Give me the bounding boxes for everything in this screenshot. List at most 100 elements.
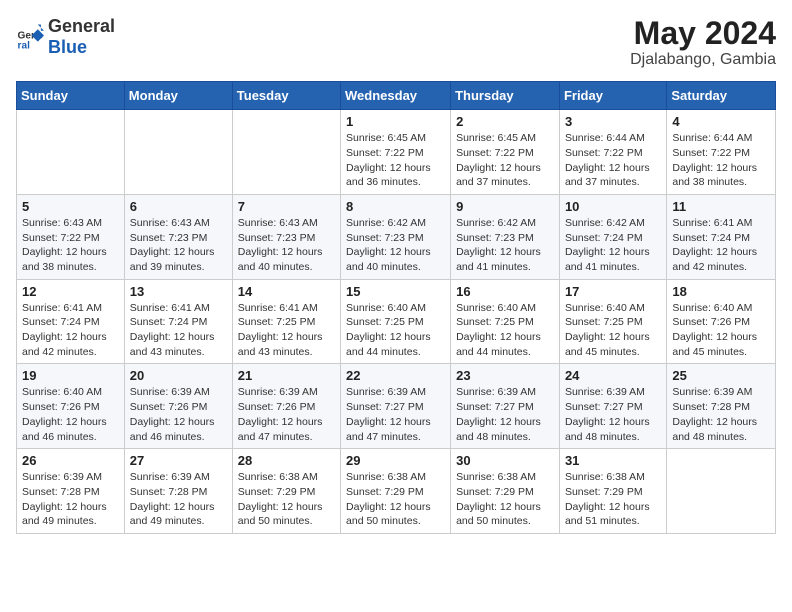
day-info: Sunrise: 6:38 AMSunset: 7:29 PMDaylight:…: [238, 470, 335, 529]
day-info: Sunrise: 6:43 AMSunset: 7:22 PMDaylight:…: [22, 216, 119, 275]
weekday-header-tuesday: Tuesday: [232, 82, 340, 110]
week-row-5: 26 Sunrise: 6:39 AMSunset: 7:28 PMDayligh…: [17, 449, 776, 534]
day-number: 6: [130, 199, 227, 214]
day-number: 5: [22, 199, 119, 214]
day-number: 12: [22, 284, 119, 299]
day-info: Sunrise: 6:43 AMSunset: 7:23 PMDaylight:…: [130, 216, 227, 275]
day-number: 21: [238, 368, 335, 383]
day-cell: [232, 110, 340, 195]
day-info: Sunrise: 6:45 AMSunset: 7:22 PMDaylight:…: [346, 131, 445, 190]
logo-blue: Blue: [48, 37, 87, 57]
logo-icon: Gene ral: [16, 23, 44, 51]
day-cell: 23 Sunrise: 6:39 AMSunset: 7:27 PMDayligh…: [451, 364, 560, 449]
day-cell: 4 Sunrise: 6:44 AMSunset: 7:22 PMDaylight…: [667, 110, 776, 195]
day-number: 17: [565, 284, 661, 299]
day-number: 3: [565, 114, 661, 129]
day-number: 20: [130, 368, 227, 383]
day-cell: 14 Sunrise: 6:41 AMSunset: 7:25 PMDayligh…: [232, 279, 340, 364]
logo: Gene ral General Blue: [16, 16, 115, 58]
weekday-header-sunday: Sunday: [17, 82, 125, 110]
day-cell: 26 Sunrise: 6:39 AMSunset: 7:28 PMDayligh…: [17, 449, 125, 534]
day-cell: 11Sunrise: 6:41 AMSunset: 7:24 PMDayligh…: [667, 194, 776, 279]
day-cell: 15Sunrise: 6:40 AMSunset: 7:25 PMDayligh…: [341, 279, 451, 364]
day-info: Sunrise: 6:38 AMSunset: 7:29 PMDaylight:…: [565, 470, 661, 529]
weekday-header-wednesday: Wednesday: [341, 82, 451, 110]
day-number: 18: [672, 284, 770, 299]
day-info: Sunrise: 6:40 AMSunset: 7:25 PMDaylight:…: [456, 301, 554, 360]
day-info: Sunrise: 6:39 AMSunset: 7:28 PMDaylight:…: [22, 470, 119, 529]
day-cell: 5 Sunrise: 6:43 AMSunset: 7:22 PMDaylight…: [17, 194, 125, 279]
day-info: Sunrise: 6:40 AMSunset: 7:26 PMDaylight:…: [22, 385, 119, 444]
day-info: Sunrise: 6:42 AMSunset: 7:23 PMDaylight:…: [346, 216, 445, 275]
day-cell: 29 Sunrise: 6:38 AMSunset: 7:29 PMDayligh…: [341, 449, 451, 534]
day-info: Sunrise: 6:39 AMSunset: 7:28 PMDaylight:…: [672, 385, 770, 444]
day-cell: 17 Sunrise: 6:40 AMSunset: 7:25 PMDayligh…: [559, 279, 666, 364]
day-info: Sunrise: 6:39 AMSunset: 7:27 PMDaylight:…: [565, 385, 661, 444]
week-row-2: 5 Sunrise: 6:43 AMSunset: 7:22 PMDaylight…: [17, 194, 776, 279]
day-cell: 8 Sunrise: 6:42 AMSunset: 7:23 PMDaylight…: [341, 194, 451, 279]
day-number: 8: [346, 199, 445, 214]
day-number: 7: [238, 199, 335, 214]
day-cell: 7 Sunrise: 6:43 AMSunset: 7:23 PMDaylight…: [232, 194, 340, 279]
day-number: 23: [456, 368, 554, 383]
day-number: 25: [672, 368, 770, 383]
week-row-4: 19 Sunrise: 6:40 AMSunset: 7:26 PMDayligh…: [17, 364, 776, 449]
day-number: 16: [456, 284, 554, 299]
day-info: Sunrise: 6:44 AMSunset: 7:22 PMDaylight:…: [565, 131, 661, 190]
day-info: Sunrise: 6:40 AMSunset: 7:25 PMDaylight:…: [565, 301, 661, 360]
day-number: 26: [22, 453, 119, 468]
title-block: May 2024 Djalabango, Gambia: [630, 16, 776, 69]
day-number: 1: [346, 114, 445, 129]
day-cell: 30 Sunrise: 6:38 AMSunset: 7:29 PMDayligh…: [451, 449, 560, 534]
weekday-header-monday: Monday: [124, 82, 232, 110]
day-cell: 6 Sunrise: 6:43 AMSunset: 7:23 PMDaylight…: [124, 194, 232, 279]
day-number: 30: [456, 453, 554, 468]
day-number: 27: [130, 453, 227, 468]
day-number: 19: [22, 368, 119, 383]
month-year: May 2024: [630, 16, 776, 51]
day-cell: 1 Sunrise: 6:45 AMSunset: 7:22 PMDaylight…: [341, 110, 451, 195]
day-info: Sunrise: 6:44 AMSunset: 7:22 PMDaylight:…: [672, 131, 770, 190]
location: Djalabango, Gambia: [630, 51, 776, 69]
day-info: Sunrise: 6:40 AMSunset: 7:25 PMDaylight:…: [346, 301, 445, 360]
day-cell: [124, 110, 232, 195]
day-cell: 20 Sunrise: 6:39 AMSunset: 7:26 PMDayligh…: [124, 364, 232, 449]
day-cell: 31 Sunrise: 6:38 AMSunset: 7:29 PMDayligh…: [559, 449, 666, 534]
day-cell: [667, 449, 776, 534]
day-info: Sunrise: 6:38 AMSunset: 7:29 PMDaylight:…: [346, 470, 445, 529]
day-cell: [17, 110, 125, 195]
day-cell: 18 Sunrise: 6:40 AMSunset: 7:26 PMDayligh…: [667, 279, 776, 364]
logo-general2: ral: [93, 16, 115, 36]
day-info: Sunrise: 6:43 AMSunset: 7:23 PMDaylight:…: [238, 216, 335, 275]
weekday-header-friday: Friday: [559, 82, 666, 110]
week-row-1: 1 Sunrise: 6:45 AMSunset: 7:22 PMDaylight…: [17, 110, 776, 195]
day-info: Sunrise: 6:40 AMSunset: 7:26 PMDaylight:…: [672, 301, 770, 360]
day-cell: 27 Sunrise: 6:39 AMSunset: 7:28 PMDayligh…: [124, 449, 232, 534]
day-info: Sunrise: 6:38 AMSunset: 7:29 PMDaylight:…: [456, 470, 554, 529]
day-info: Sunrise: 6:41 AMSunset: 7:24 PMDaylight:…: [672, 216, 770, 275]
day-cell: 25 Sunrise: 6:39 AMSunset: 7:28 PMDayligh…: [667, 364, 776, 449]
day-cell: 28Sunrise: 6:38 AMSunset: 7:29 PMDayligh…: [232, 449, 340, 534]
day-cell: 10 Sunrise: 6:42 AMSunset: 7:24 PMDayligh…: [559, 194, 666, 279]
day-number: 29: [346, 453, 445, 468]
day-number: 4: [672, 114, 770, 129]
day-info: Sunrise: 6:39 AMSunset: 7:27 PMDaylight:…: [346, 385, 445, 444]
day-number: 14: [238, 284, 335, 299]
day-info: Sunrise: 6:39 AMSunset: 7:28 PMDaylight:…: [130, 470, 227, 529]
day-cell: 21Sunrise: 6:39 AMSunset: 7:26 PMDayligh…: [232, 364, 340, 449]
day-info: Sunrise: 6:42 AMSunset: 7:23 PMDaylight:…: [456, 216, 554, 275]
day-info: Sunrise: 6:41 AMSunset: 7:24 PMDaylight:…: [130, 301, 227, 360]
day-info: Sunrise: 6:39 AMSunset: 7:26 PMDaylight:…: [130, 385, 227, 444]
day-cell: 19 Sunrise: 6:40 AMSunset: 7:26 PMDayligh…: [17, 364, 125, 449]
day-info: Sunrise: 6:39 AMSunset: 7:27 PMDaylight:…: [456, 385, 554, 444]
day-info: Sunrise: 6:45 AMSunset: 7:22 PMDaylight:…: [456, 131, 554, 190]
day-number: 9: [456, 199, 554, 214]
day-info: Sunrise: 6:41 AMSunset: 7:25 PMDaylight:…: [238, 301, 335, 360]
day-number: 31: [565, 453, 661, 468]
day-number: 22: [346, 368, 445, 383]
day-info: Sunrise: 6:42 AMSunset: 7:24 PMDaylight:…: [565, 216, 661, 275]
day-cell: 24Sunrise: 6:39 AMSunset: 7:27 PMDayligh…: [559, 364, 666, 449]
day-number: 10: [565, 199, 661, 214]
calendar-table: SundayMondayTuesdayWednesdayThursdayFrid…: [16, 81, 776, 534]
weekday-header-thursday: Thursday: [451, 82, 560, 110]
